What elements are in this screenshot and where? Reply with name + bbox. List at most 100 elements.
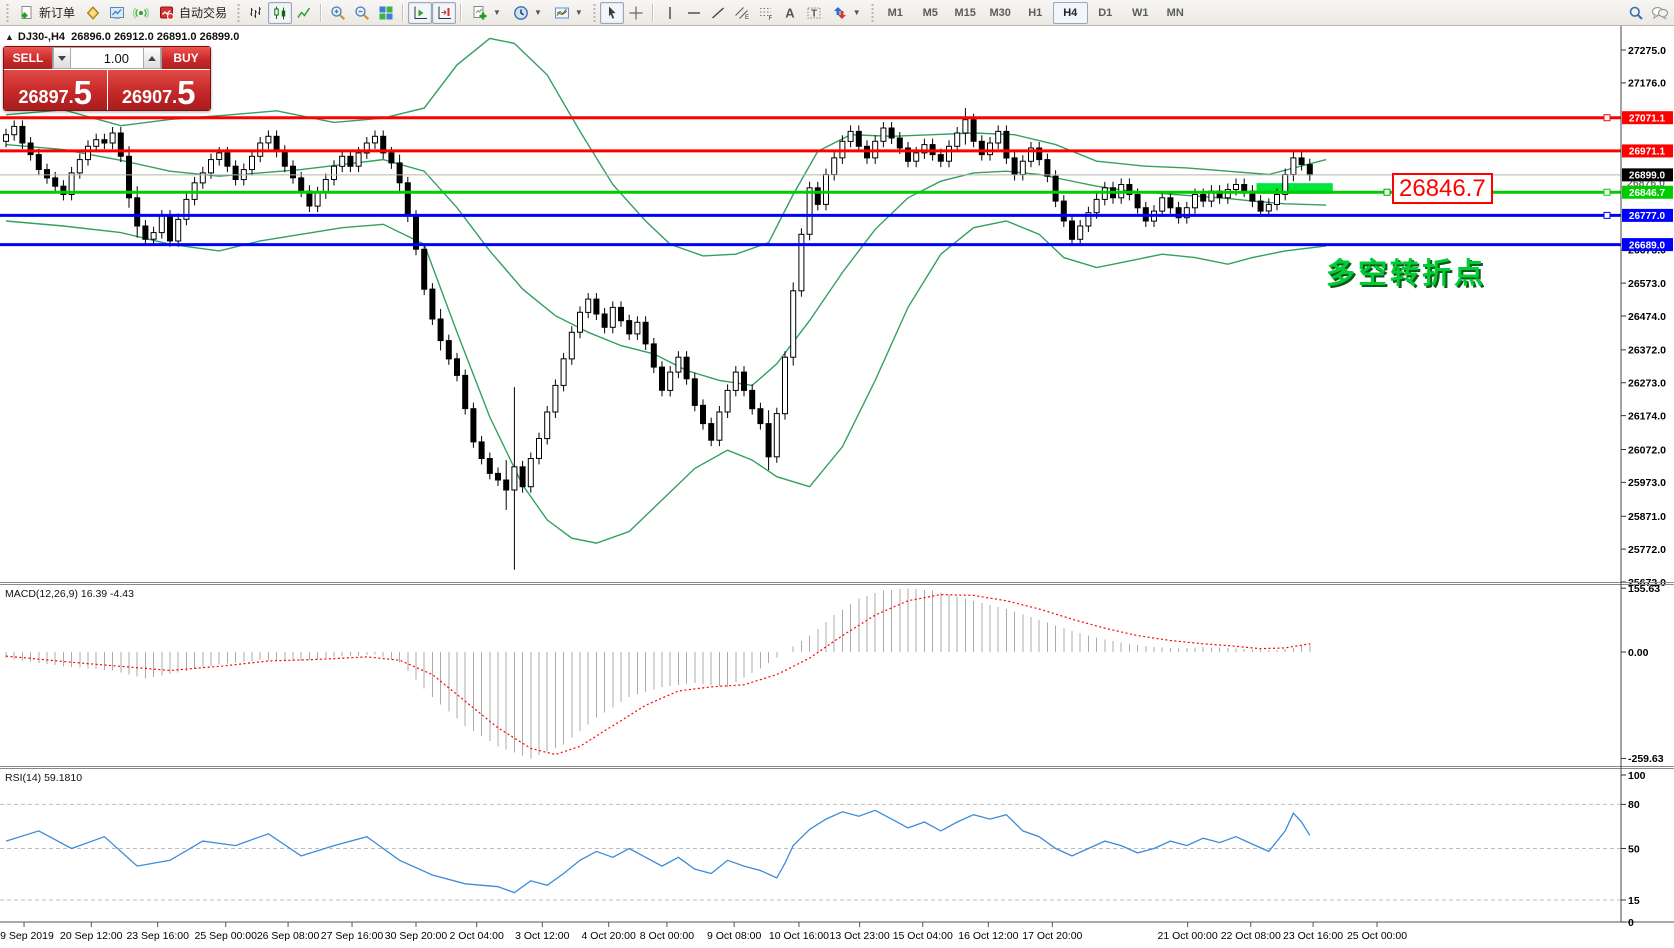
timeframe-button-H4[interactable]: H4 — [1053, 2, 1088, 24]
buy-price[interactable]: 26907.5 — [108, 70, 211, 110]
price-labels: 27071.126971.126899.026846.726777.026689… — [1622, 111, 1673, 251]
svg-text:80: 80 — [1628, 799, 1640, 811]
text-button[interactable]: A — [778, 2, 802, 24]
rsi-line — [6, 810, 1310, 892]
candlestick-chart-button[interactable] — [268, 2, 292, 24]
sell-button[interactable]: SELL — [4, 47, 52, 69]
turning-point-annotation[interactable]: 多空转折点 — [1326, 250, 1486, 292]
new-order-button[interactable]: 新订单 — [13, 2, 81, 24]
text-label-button[interactable]: T — [802, 2, 826, 24]
bollinger-bands — [6, 38, 1326, 543]
candles — [4, 108, 1313, 570]
svg-text:8 Oct 00:00: 8 Oct 00:00 — [640, 930, 694, 942]
svg-text:20 Sep 12:00: 20 Sep 12:00 — [60, 930, 123, 942]
svg-text:26899.0: 26899.0 — [1629, 171, 1666, 182]
zoom-out-button[interactable] — [350, 2, 374, 24]
volume-increase-button[interactable] — [143, 47, 161, 69]
arrows-button[interactable]: ▼ — [826, 2, 867, 24]
sell-price-big-digit: 5 — [74, 79, 92, 107]
svg-text:4 Oct 20:00: 4 Oct 20:00 — [582, 930, 636, 942]
line-handle — [1604, 212, 1610, 218]
chart-header: ▲DJ30-,H4 26896.0 26912.0 26891.0 26899.… — [5, 31, 239, 43]
svg-text:100: 100 — [1628, 770, 1646, 782]
tile-windows-icon — [378, 5, 394, 21]
trendline-icon — [710, 5, 726, 21]
svg-text:13 Oct 23:00: 13 Oct 23:00 — [830, 930, 890, 942]
cursor-button[interactable] — [600, 2, 624, 24]
toolbar-grip — [5, 4, 10, 22]
svg-text:A: A — [785, 5, 795, 20]
timeframe-button-H1[interactable]: H1 — [1018, 2, 1053, 24]
fibonacci-button[interactable]: F — [754, 2, 778, 24]
chart-shift-button[interactable] — [432, 2, 456, 24]
svg-text:25973.0: 25973.0 — [1628, 477, 1666, 489]
timeframe-group: M1M5M15M30H1H4D1W1MN — [878, 2, 1193, 24]
indicators-button[interactable]: ▼ — [466, 2, 507, 24]
toolbar-separator — [320, 4, 322, 22]
svg-text:26273.0: 26273.0 — [1628, 378, 1666, 390]
toolbar-separator — [402, 4, 404, 22]
price-axis-ticks: 27275.027176.026673.026573.026474.026372… — [1621, 45, 1666, 589]
svg-text:E: E — [745, 15, 749, 21]
toolbar-grip — [592, 4, 597, 22]
collapse-icon[interactable]: ▲ — [5, 32, 14, 42]
svg-text:26174.0: 26174.0 — [1628, 410, 1666, 422]
time-axis: 19 Sep 201920 Sep 12:0023 Sep 16:0025 Se… — [0, 922, 1674, 942]
templates-button[interactable]: ▼ — [548, 2, 589, 24]
auto-trading-button[interactable]: 自动交易 — [153, 2, 233, 24]
horizontal-line-button[interactable] — [682, 2, 706, 24]
volume-decrease-button[interactable] — [53, 47, 71, 69]
chevron-down-icon: ▼ — [853, 8, 861, 17]
chart-canvas[interactable]: 27275.027176.026673.026573.026474.026372… — [0, 26, 1674, 948]
signals-button[interactable] — [129, 2, 153, 24]
crosshair-button[interactable] — [624, 2, 648, 24]
search-button[interactable] — [1624, 2, 1648, 24]
bar-chart-icon — [248, 5, 264, 21]
svg-text:26689.0: 26689.0 — [1629, 240, 1666, 251]
caret-down-icon — [58, 56, 66, 61]
new-order-label: 新订单 — [39, 4, 75, 21]
ohlc-values: 26896.0 26912.0 26891.0 26899.0 — [71, 31, 239, 43]
sell-price[interactable]: 26897.5 — [4, 70, 107, 110]
volume-input[interactable]: 1.00 — [71, 47, 143, 69]
svg-text:15: 15 — [1628, 895, 1640, 907]
vertical-line-button[interactable] — [658, 2, 682, 24]
svg-text:27071.1: 27071.1 — [1629, 114, 1666, 125]
equidistant-channel-button[interactable]: E — [730, 2, 754, 24]
svg-text:9 Oct 08:00: 9 Oct 08:00 — [707, 930, 761, 942]
timeframe-button-M5[interactable]: M5 — [913, 2, 948, 24]
price-annotation-label[interactable]: 26846.7 — [1392, 173, 1493, 204]
svg-text:F: F — [768, 16, 772, 21]
svg-text:16 Oct 12:00: 16 Oct 12:00 — [958, 930, 1018, 942]
tile-windows-button[interactable] — [374, 2, 398, 24]
line-chart-button[interactable] — [292, 2, 316, 24]
chart-shift-icon — [436, 5, 452, 21]
auto-scroll-button[interactable] — [408, 2, 432, 24]
bar-chart-button[interactable] — [244, 2, 268, 24]
timeframe-button-M15[interactable]: M15 — [948, 2, 983, 24]
timeframe-button-W1[interactable]: W1 — [1123, 2, 1158, 24]
cursor-icon — [604, 5, 620, 21]
new-order-icon — [19, 5, 35, 21]
svg-text:26846.7: 26846.7 — [1629, 188, 1666, 199]
chevron-down-icon: ▼ — [493, 8, 501, 17]
svg-text:0: 0 — [1628, 917, 1634, 929]
terminal-button[interactable] — [105, 2, 129, 24]
timeframe-button-D1[interactable]: D1 — [1088, 2, 1123, 24]
sell-price-main: 26897. — [19, 87, 74, 107]
svg-text:50: 50 — [1628, 843, 1640, 855]
timeframe-button-M1[interactable]: M1 — [878, 2, 913, 24]
buy-button[interactable]: BUY — [162, 47, 210, 69]
periods-button[interactable]: ▼ — [507, 2, 548, 24]
zoom-in-button[interactable] — [326, 2, 350, 24]
macd-signal-line — [6, 595, 1310, 755]
timeframe-button-M30[interactable]: M30 — [983, 2, 1018, 24]
market-watch-icon — [85, 5, 101, 21]
chat-button[interactable] — [1648, 2, 1672, 24]
chart-window[interactable]: 27275.027176.026673.026573.026474.026372… — [0, 26, 1674, 948]
market-watch-button[interactable] — [81, 2, 105, 24]
timeframe-button-MN[interactable]: MN — [1158, 2, 1193, 24]
trendline-button[interactable] — [706, 2, 730, 24]
svg-text:19 Sep 2019: 19 Sep 2019 — [0, 930, 54, 942]
svg-text:27 Sep 16:00: 27 Sep 16:00 — [321, 930, 384, 942]
